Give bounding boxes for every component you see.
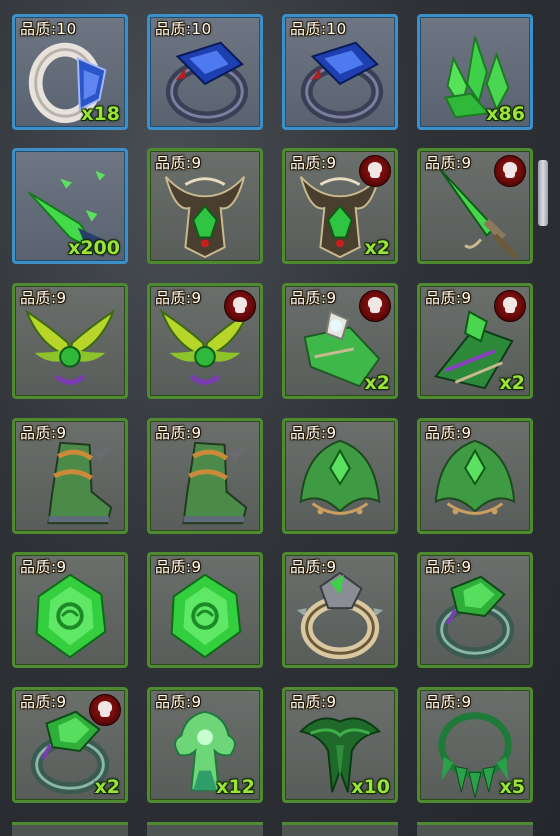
inventory-slot[interactable]: 品质:9 x2 — [417, 283, 533, 399]
item-quality-label: 品质:9 — [290, 424, 337, 442]
inventory-slot[interactable]: 品质:9 — [147, 552, 263, 668]
item-count: x86 — [486, 103, 525, 125]
inventory-slot[interactable]: x86 — [417, 14, 533, 130]
item-count: x18 — [81, 103, 120, 125]
inventory-slot[interactable]: 品质:9 — [282, 418, 398, 534]
item-quality-label: 品质:9 — [425, 424, 472, 442]
item-quality-label: 品质:9 — [155, 693, 202, 711]
inventory-slot[interactable]: 品质:9 — [147, 283, 263, 399]
item-count: x12 — [216, 776, 255, 798]
item-quality-label: 品质:9 — [20, 424, 67, 442]
inventory-slot[interactable]: 品质:9 — [417, 418, 533, 534]
item-count: x10 — [351, 776, 390, 798]
item-count: x200 — [68, 237, 120, 259]
inventory-slot[interactable]: 品质:10 x18 — [12, 14, 128, 130]
item-quality-label: 品质:9 — [290, 289, 337, 307]
red-skull-badge-icon — [89, 694, 121, 726]
inventory-slot[interactable]: 品质:9 — [12, 283, 128, 399]
item-quality-label: 品质:9 — [425, 558, 472, 576]
item-quality-label: 品质:9 — [290, 154, 337, 172]
red-skull-badge-icon — [494, 290, 526, 322]
item-count: x2 — [499, 372, 525, 394]
item-quality-label: 品质:10 — [155, 20, 212, 38]
item-quality-label: 品质:9 — [155, 154, 202, 172]
inventory-slot-partial[interactable] — [12, 822, 128, 836]
item-quality-label: 品质:9 — [425, 289, 472, 307]
horned-armor-icon — [164, 176, 246, 259]
inventory-slot[interactable]: 品质:10 — [282, 14, 398, 130]
inventory-slot-partial[interactable] — [417, 822, 533, 836]
emerald-gem-icon — [170, 573, 242, 659]
inventory-slot[interactable]: 品质:9 — [147, 148, 263, 264]
inventory-slot[interactable]: 品质:9 x2 — [282, 148, 398, 264]
sapphire-ring-icon — [300, 41, 384, 124]
item-quality-label: 品质:10 — [290, 20, 347, 38]
item-quality-label: 品质:9 — [20, 558, 67, 576]
inventory-slot[interactable]: 品质:9 — [417, 552, 533, 668]
winged-amulet-icon — [24, 309, 116, 385]
green-boot-icon — [47, 441, 113, 525]
item-count: x2 — [94, 776, 120, 798]
inventory-slot[interactable]: 品质:9 x10 — [282, 687, 398, 803]
green-boot-icon — [182, 441, 248, 525]
item-quality-label: 品质:9 — [155, 289, 202, 307]
inventory-grid: 品质:10 x18 品质:10 品质:10 x86 x200 品质:9 品质:9 x2 品质:9 品… — [0, 0, 560, 836]
item-count: x5 — [499, 776, 525, 798]
green-shoulder-icon — [299, 439, 381, 515]
emerald-ring-icon — [435, 575, 515, 660]
inventory-slot[interactable]: 品质:9 — [147, 418, 263, 534]
red-skull-badge-icon — [359, 290, 391, 322]
inventory-slot[interactable]: 品质:9 — [12, 552, 128, 668]
inventory-slot-partial[interactable] — [147, 822, 263, 836]
item-quality-label: 品质:9 — [20, 693, 67, 711]
emerald-gem-icon — [35, 573, 107, 659]
item-count: x2 — [364, 237, 390, 259]
green-shoulder-icon — [434, 439, 516, 515]
item-quality-label: 品质:9 — [425, 693, 472, 711]
inventory-slot[interactable]: 品质:9 x12 — [147, 687, 263, 803]
inventory-slot[interactable]: x200 — [12, 148, 128, 264]
scrollbar-thumb[interactable] — [538, 160, 548, 226]
inventory-slot[interactable]: 品质:9 x2 — [282, 283, 398, 399]
sapphire-ring-icon — [165, 41, 249, 124]
item-quality-label: 品质:9 — [290, 558, 337, 576]
red-skull-badge-icon — [359, 155, 391, 187]
inventory-slot[interactable]: 品质:9 — [282, 552, 398, 668]
item-quality-label: 品质:9 — [20, 289, 67, 307]
inventory-slot[interactable]: 品质:10 — [147, 14, 263, 130]
inventory-slot-partial[interactable] — [282, 822, 398, 836]
inventory-slot[interactable]: 品质:9 — [12, 418, 128, 534]
inventory-slot[interactable]: 品质:9 — [417, 148, 533, 264]
spiked-ring-icon — [296, 571, 384, 660]
red-skull-badge-icon — [494, 155, 526, 187]
item-quality-label: 品质:9 — [155, 558, 202, 576]
inventory-slot[interactable]: 品质:9 x2 — [12, 687, 128, 803]
red-skull-badge-icon — [224, 290, 256, 322]
item-quality-label: 品质:9 — [290, 693, 337, 711]
item-quality-label: 品质:9 — [425, 154, 472, 172]
item-quality-label: 品质:10 — [20, 20, 77, 38]
item-count: x2 — [364, 372, 390, 394]
item-quality-label: 品质:9 — [155, 424, 202, 442]
inventory-slot[interactable]: 品质:9 x5 — [417, 687, 533, 803]
